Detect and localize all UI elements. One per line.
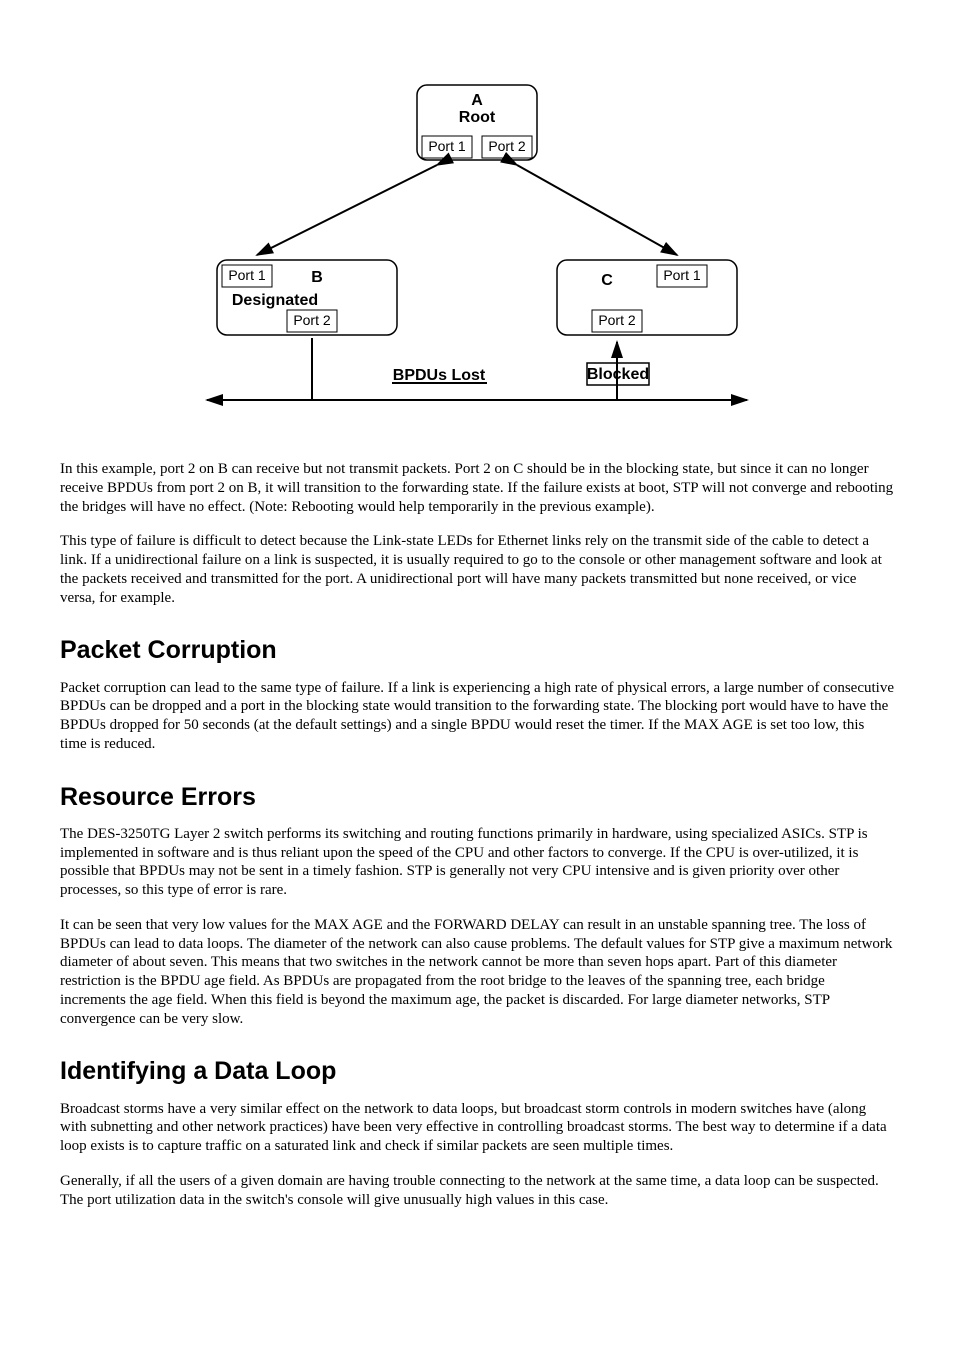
node-a-port1: Port 1 xyxy=(428,138,466,154)
heading-data-loop: Identifying a Data Loop xyxy=(60,1056,894,1087)
paragraph-example: In this example, port 2 on B can receive… xyxy=(60,460,894,516)
node-b-port1: Port 1 xyxy=(228,267,266,283)
node-b-label: B xyxy=(311,269,323,286)
node-b-sub: Designated xyxy=(232,292,318,309)
heading-packet-corruption: Packet Corruption xyxy=(60,635,894,666)
paragraph-resource-errors-2: It can be seen that very low values for … xyxy=(60,916,894,1029)
stp-topology-diagram: A Root Port 1 Port 2 Port 1 B Designated… xyxy=(197,80,757,440)
node-a-label: A xyxy=(471,92,483,109)
paragraph-packet-corruption: Packet corruption can lead to the same t… xyxy=(60,679,894,754)
paragraph-data-loop-1: Broadcast storms have a very similar eff… xyxy=(60,1100,894,1156)
paragraph-data-loop-2: Generally, if all the users of a given d… xyxy=(60,1172,894,1210)
node-c-port1: Port 1 xyxy=(663,267,701,283)
paragraph-failure-detection: This type of failure is difficult to det… xyxy=(60,532,894,607)
node-c-port2: Port 2 xyxy=(598,312,636,328)
heading-resource-errors: Resource Errors xyxy=(60,782,894,813)
node-c-label: C xyxy=(601,272,613,289)
node-a-sub: Root xyxy=(459,109,496,126)
paragraph-resource-errors-1: The DES-3250TG Layer 2 switch performs i… xyxy=(60,825,894,900)
node-a-port2: Port 2 xyxy=(488,138,526,154)
bpdus-lost-label: BPDUs Lost xyxy=(393,367,486,384)
node-b-port2: Port 2 xyxy=(293,312,331,328)
